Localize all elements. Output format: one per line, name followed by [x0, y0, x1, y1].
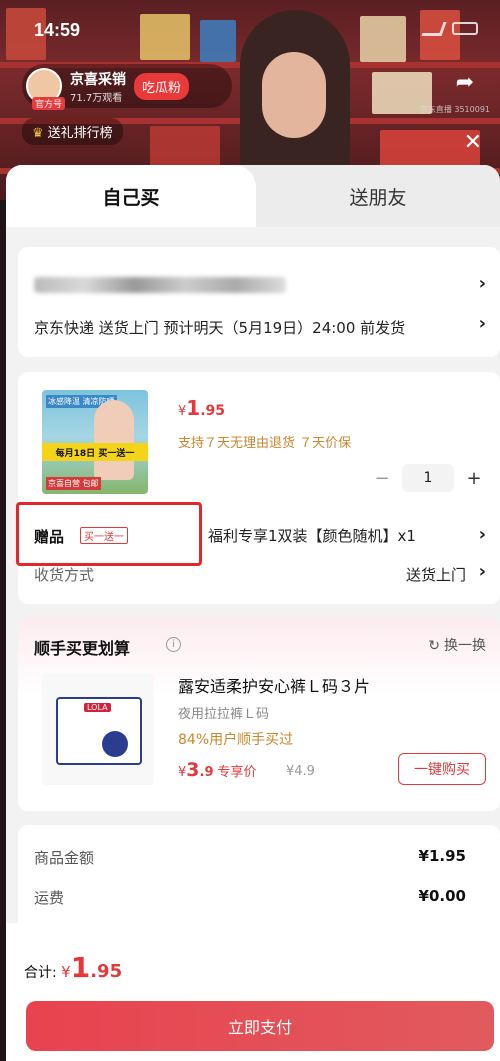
close-icon[interactable]: ✕ [464, 132, 482, 154]
recommend-title: 顺手买更划算 [34, 639, 131, 658]
shipping-method-row[interactable]: 收货方式 送货上门 › [18, 558, 500, 588]
price-int: 1 [186, 396, 201, 420]
recommend-product-name[interactable]: 露安适柔护安心裤Ｌ码３片 [178, 673, 370, 697]
quantity-stepper: − 1 + [374, 464, 482, 492]
one-click-buy-button[interactable]: 一键购买 [398, 753, 486, 785]
tab-send-friend[interactable]: 送朋友 [256, 165, 500, 227]
stream-id: 京东直播 3510091 [419, 105, 490, 114]
streamer-face [262, 52, 326, 138]
share-icon[interactable]: ➦ [456, 70, 474, 95]
price-dec: .95 [200, 403, 226, 419]
product-price: ¥1.95 [178, 396, 225, 420]
goods-amount-label: 商品金额 [34, 849, 95, 867]
total-symbol: ¥ [61, 963, 71, 981]
product-image[interactable]: 冰感降温 清凉防晒 每月18日 买一送一 京喜自营 包邮 [42, 390, 148, 494]
total-label: 合计: [24, 965, 57, 981]
quantity-value[interactable]: 1 [402, 464, 454, 492]
shelf-goods [360, 16, 406, 62]
product-image-badge: 京喜自营 包邮 [46, 477, 101, 490]
product-image-deal: 每月18日 买一送一 [42, 443, 148, 461]
guarantee-text: 支持７天无理由退货 ７天价保 [178, 436, 352, 451]
fan-club-button[interactable]: 吃瓜粉 [134, 72, 190, 100]
freight-row: 运费 ¥0.00 [34, 887, 466, 908]
recommend-card: 顺手买更划算 i ↻ 换一换 LOLA 露安适柔护安心裤Ｌ码３片 夜用拉拉裤Ｌ码 … [18, 617, 500, 811]
shelf-goods [140, 14, 190, 60]
freight-label: 运费 [34, 889, 65, 907]
tab-bar: 自己买 送朋友 [6, 165, 500, 227]
shelf-goods [200, 20, 236, 62]
minus-button[interactable]: − [374, 468, 390, 489]
chevron-right-icon[interactable]: › [479, 273, 486, 294]
product-image-model [94, 400, 134, 480]
goods-amount-row: 商品金额 ¥1.95 [34, 847, 466, 868]
refresh-icon: ↻ [428, 638, 440, 654]
refresh-label: 换一换 [444, 638, 486, 654]
total-amount: 合计: ¥1.95 [24, 951, 122, 984]
gift-label: 赠品 [34, 528, 65, 546]
gift-row[interactable]: 赠品 买一送一 福利专享1双装【颜色随机】x1 › [16, 502, 500, 566]
chevron-right-icon[interactable]: › [479, 524, 486, 545]
brand-logo: LOLA [84, 703, 111, 712]
gift-rank-label: 送礼排行榜 [47, 126, 113, 141]
chevron-right-icon[interactable]: › [479, 313, 486, 334]
avatar[interactable]: 官方号 [26, 68, 66, 110]
price-dec: .9 [199, 765, 214, 780]
total-dec: .95 [90, 961, 123, 982]
recommend-percent: 84%用户顺手买过 [178, 732, 294, 748]
address-text-blurred [34, 277, 286, 293]
goods-amount-value: ¥1.95 [418, 847, 466, 865]
price-tag: 专享价 [217, 765, 257, 780]
recommend-product-sub: 夜用拉拉裤Ｌ码 [178, 707, 270, 722]
status-time: 14:59 [34, 20, 81, 40]
crown-icon: ♛ [32, 126, 44, 141]
gift-desc: 福利专享1双装【颜色随机】x1 [208, 527, 416, 545]
moon-graphic [102, 731, 128, 757]
freight-value: ¥0.00 [418, 887, 466, 905]
refresh-button[interactable]: ↻ 换一换 [428, 635, 486, 655]
total-int: 1 [70, 951, 91, 984]
pay-now-button[interactable]: 立即支付 [26, 1001, 494, 1051]
host-name: 京喜采销 [70, 71, 126, 88]
tab-self-buy[interactable]: 自己买 [6, 165, 256, 227]
gift-badge: 买一送一 [80, 527, 128, 544]
delivery-info: 京东快递 送货上门 预计明天（5月19日）24:00 前发货 [34, 319, 406, 337]
checkout-footer: 合计: ¥1.95 立即支付 [6, 923, 500, 1061]
status-icons [421, 22, 478, 36]
chevron-right-icon[interactable]: › [479, 561, 486, 582]
host-views: 71.7万观看 [70, 92, 123, 104]
plus-button[interactable]: + [466, 468, 482, 489]
host-badge: 官方号 [32, 97, 66, 110]
shelf-goods [150, 126, 220, 166]
info-icon[interactable]: i [166, 637, 181, 652]
signal-icon [421, 22, 447, 36]
product-card: 冰感降温 清凉防晒 每月18日 买一送一 京喜自营 包邮 ¥1.95 支持７天无… [16, 372, 500, 604]
checkout-sheet: 自己买 送朋友 › 京东快递 送货上门 预计明天（5月19日）24:00 前发货… [6, 165, 500, 1061]
host-info[interactable]: 官方号 京喜采销 71.7万观看 吃瓜粉 [22, 64, 232, 110]
price-int: 3 [186, 759, 200, 781]
recommend-product-image[interactable]: LOLA [42, 673, 154, 785]
address-card[interactable]: › 京东快递 送货上门 预计明天（5月19日）24:00 前发货 › [18, 247, 500, 357]
recommend-price: ¥3.9 专享价 [178, 759, 257, 781]
battery-icon [452, 22, 478, 35]
original-price: ¥4.9 [286, 764, 315, 779]
shipping-value: 送货上门 [405, 566, 466, 584]
gift-rank-button[interactable]: ♛ 送礼排行榜 [22, 118, 123, 145]
shipping-label: 收货方式 [34, 566, 95, 584]
